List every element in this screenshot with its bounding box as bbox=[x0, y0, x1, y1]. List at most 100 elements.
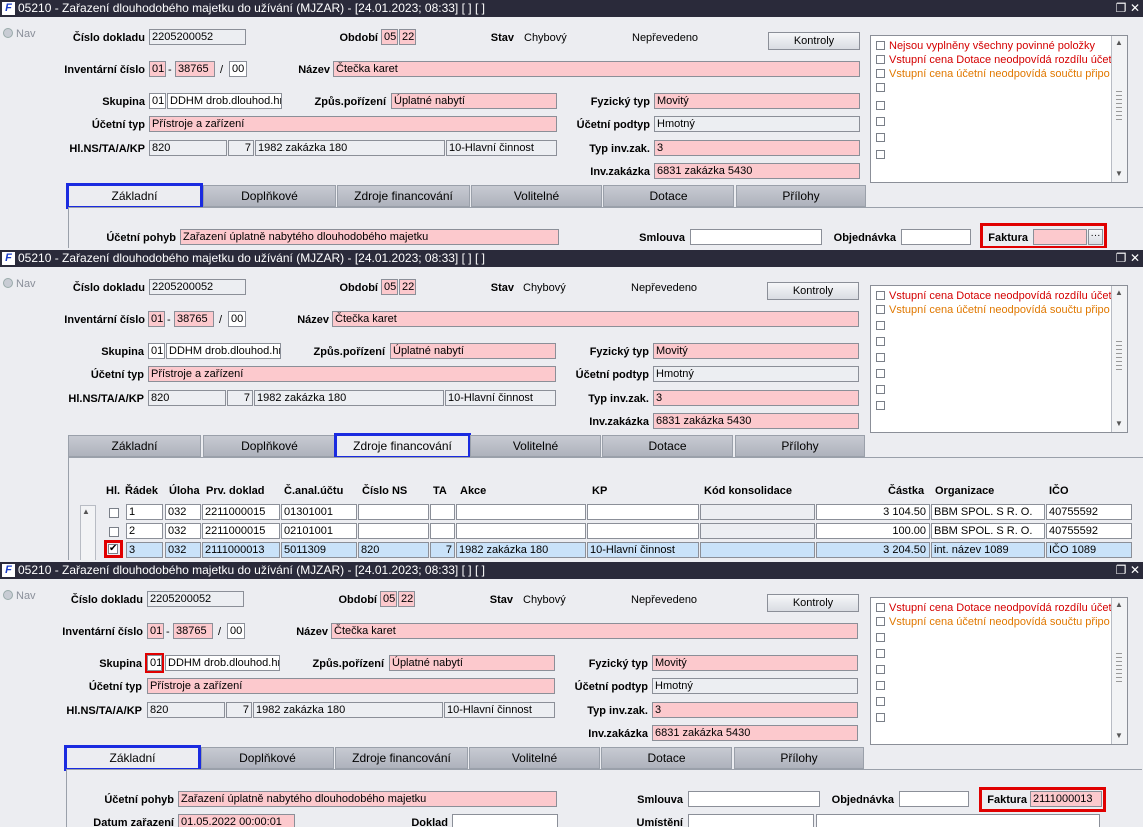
nav-toggle[interactable]: Nav bbox=[3, 590, 43, 602]
ucetni-podtyp-field[interactable]: Hmotný bbox=[652, 678, 858, 694]
row-primary-checkbox-checked[interactable]: ✔ bbox=[108, 544, 118, 554]
fyzicky-typ-field[interactable]: Movitý bbox=[653, 343, 859, 359]
hlns-kp-field[interactable]: 10-Hlavní činnost bbox=[446, 140, 557, 156]
ucetni-typ-field[interactable]: Přístroje a zařízení bbox=[148, 366, 556, 382]
tab-dotace[interactable]: Dotace bbox=[603, 185, 734, 207]
cell-kp[interactable] bbox=[587, 504, 699, 520]
ucetni-pohyb-field[interactable]: Zařazení úplatně nabytého dlouhodobého m… bbox=[178, 791, 557, 807]
cell-kod-konsolidace[interactable] bbox=[700, 542, 815, 558]
table-scrollbar[interactable]: ▲ bbox=[80, 505, 96, 560]
tab-volitelne[interactable]: Volitelné bbox=[470, 435, 601, 457]
hlns-akce-field[interactable]: 1982 zakázka 180 bbox=[254, 390, 444, 406]
tab-prilohy[interactable]: Přílohy bbox=[735, 435, 865, 457]
ucetni-typ-field[interactable]: Přístroje a zařízení bbox=[147, 678, 555, 694]
umisteni-code-field[interactable] bbox=[688, 814, 814, 827]
hlns-akce-field[interactable]: 1982 zakázka 180 bbox=[255, 140, 445, 156]
inv-cislo-part2-field[interactable]: 38765 bbox=[175, 61, 215, 77]
cell-kp[interactable]: 10-Hlavní činnost bbox=[587, 542, 699, 558]
close-icon[interactable]: ✕ bbox=[1129, 562, 1141, 579]
message-row-empty[interactable] bbox=[876, 149, 889, 162]
cell-anal-uctu[interactable]: 5011309 bbox=[281, 542, 357, 558]
zpusob-porizeni-field[interactable]: Úplatné nabytí bbox=[391, 93, 557, 109]
row-primary-checkbox[interactable] bbox=[109, 527, 119, 537]
restore-window-icon[interactable]: ❐ bbox=[1115, 0, 1127, 17]
cell-castka[interactable]: 3 204.50 bbox=[816, 542, 930, 558]
message-row-empty[interactable] bbox=[876, 82, 889, 95]
message-row-empty[interactable] bbox=[876, 648, 889, 661]
cell-anal-uctu[interactable]: 01301001 bbox=[281, 504, 357, 520]
zpusob-porizeni-field[interactable]: Úplatné nabytí bbox=[389, 655, 555, 671]
checkbox-icon[interactable] bbox=[876, 55, 885, 64]
cell-akce[interactable] bbox=[456, 504, 586, 520]
inv-zakazka-field[interactable]: 6831 zakázka 5430 bbox=[654, 163, 860, 179]
tab-zdroje-financovani[interactable]: Zdroje financování bbox=[334, 433, 471, 459]
zpusob-porizeni-field[interactable]: Úplatné nabytí bbox=[390, 343, 556, 359]
inv-zakazka-field[interactable]: 6831 zakázka 5430 bbox=[652, 725, 858, 741]
obdobi-month-field[interactable]: 05 bbox=[380, 591, 397, 607]
inv-cislo-part2-field[interactable]: 38765 bbox=[173, 623, 213, 639]
obdobi-month-field[interactable]: 05 bbox=[381, 29, 398, 45]
message-row-empty[interactable] bbox=[876, 712, 889, 725]
obdobi-year-field[interactable]: 22 bbox=[398, 591, 415, 607]
checkbox-icon[interactable] bbox=[876, 617, 885, 626]
hlns-kp-field[interactable]: 10-Hlavní činnost bbox=[444, 702, 555, 718]
validation-messages-list[interactable]: Vstupní cena Dotace neodpovídá rozdílu ú… bbox=[870, 597, 1128, 745]
message-row-empty[interactable] bbox=[876, 384, 889, 397]
nazev-field[interactable]: Čtečka karet bbox=[333, 61, 860, 77]
message-row[interactable]: Vstupní cena Dotace neodpovídá rozdílu ú… bbox=[876, 602, 1112, 615]
fyzicky-typ-field[interactable]: Movitý bbox=[654, 93, 860, 109]
hlns-ta-field[interactable]: 7 bbox=[228, 140, 254, 156]
nav-toggle[interactable]: Nav bbox=[3, 278, 43, 290]
cell-akce[interactable]: 1982 zakázka 180 bbox=[456, 542, 586, 558]
inv-cislo-part3-field[interactable]: 00 bbox=[228, 311, 246, 327]
message-row-empty[interactable] bbox=[876, 336, 889, 349]
nav-toggle[interactable]: Nav bbox=[3, 28, 43, 40]
nazev-field[interactable]: Čtečka karet bbox=[331, 623, 858, 639]
scroll-down-icon[interactable]: ▼ bbox=[1113, 418, 1125, 430]
message-row-empty[interactable] bbox=[876, 352, 889, 365]
cell-organizace[interactable]: BBM SPOL. S R. O. bbox=[931, 504, 1045, 520]
cell-radek[interactable]: 1 bbox=[126, 504, 163, 520]
cell-radek[interactable]: 3 bbox=[126, 542, 163, 558]
kontroly-button[interactable]: Kontroly bbox=[767, 594, 859, 612]
cell-prv-doklad[interactable]: 2211000015 bbox=[202, 523, 280, 539]
skupina-code-field-focused[interactable]: 01 bbox=[145, 653, 164, 673]
tab-doplnkove[interactable]: Doplňkové bbox=[201, 747, 334, 769]
message-row[interactable]: Vstupní cena účetní neodpovídá součtu př… bbox=[876, 616, 1110, 629]
message-row-empty[interactable] bbox=[876, 680, 889, 693]
message-row-empty[interactable] bbox=[876, 632, 889, 645]
tab-doplnkove[interactable]: Doplňkové bbox=[203, 185, 336, 207]
cell-prv-doklad[interactable]: 2111000013 bbox=[202, 542, 280, 558]
cell-kod-konsolidace[interactable] bbox=[700, 523, 815, 539]
scroll-grip-icon[interactable] bbox=[1116, 341, 1122, 371]
doklad-field[interactable] bbox=[452, 814, 558, 827]
hlns-ns-field[interactable]: 820 bbox=[149, 140, 227, 156]
scroll-up-icon[interactable]: ▲ bbox=[1113, 599, 1125, 611]
cislo-dokladu-field[interactable]: 2205200052 bbox=[147, 591, 244, 607]
cell-uloha[interactable]: 032 bbox=[165, 542, 201, 558]
cell-akce[interactable] bbox=[456, 523, 586, 539]
scroll-up-icon[interactable]: ▲ bbox=[1113, 287, 1125, 299]
cislo-dokladu-field[interactable]: 2205200052 bbox=[149, 29, 246, 45]
tab-dotace[interactable]: Dotace bbox=[601, 747, 732, 769]
tab-zakladni[interactable]: Základní bbox=[66, 183, 203, 209]
objednavka-field[interactable] bbox=[901, 229, 971, 245]
message-row-empty[interactable] bbox=[876, 100, 889, 113]
cell-prv-doklad[interactable]: 2211000015 bbox=[202, 504, 280, 520]
cell-organizace[interactable]: int. název 1089 bbox=[931, 542, 1045, 558]
faktura-field[interactable]: 2111000013 bbox=[1030, 791, 1102, 807]
hlns-ns-field[interactable]: 820 bbox=[148, 390, 226, 406]
cell-ta[interactable]: 7 bbox=[430, 542, 455, 558]
hlns-ta-field[interactable]: 7 bbox=[226, 702, 252, 718]
smlouva-field[interactable] bbox=[688, 791, 820, 807]
ucetni-pohyb-field[interactable]: Zařazení úplatně nabytého dlouhodobého m… bbox=[180, 229, 559, 245]
messages-scrollbar[interactable]: ▲ ▼ bbox=[1111, 598, 1127, 744]
cell-castka[interactable]: 100.00 bbox=[816, 523, 930, 539]
checkbox-icon[interactable] bbox=[876, 305, 885, 314]
tab-zdroje-financovani[interactable]: Zdroje financování bbox=[337, 185, 470, 207]
validation-messages-list[interactable]: Vstupní cena Dotace neodpovídá rozdílu ú… bbox=[870, 285, 1128, 433]
tab-prilohy[interactable]: Přílohy bbox=[734, 747, 864, 769]
faktura-lov-button[interactable]: ··· bbox=[1088, 229, 1103, 245]
skupina-name-field[interactable]: DDHM drob.dlouhod.hm bbox=[167, 93, 282, 109]
skupina-code-field[interactable]: 01 bbox=[148, 343, 165, 359]
